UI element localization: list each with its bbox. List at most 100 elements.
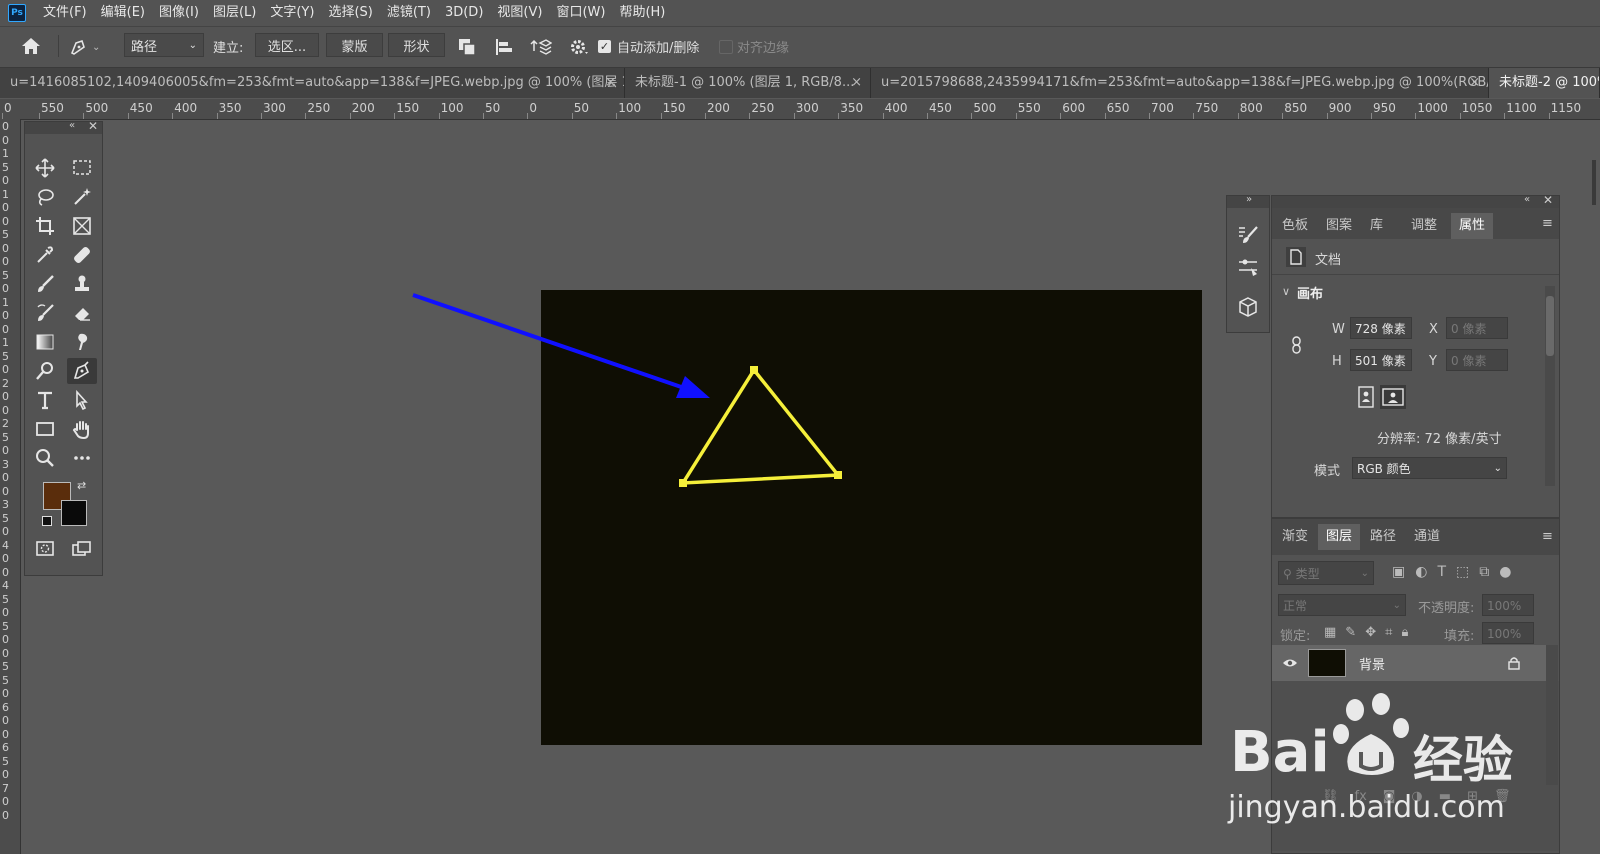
canvas-x-field[interactable]: 0 像素 xyxy=(1446,317,1508,339)
baidu-watermark: Bai 经验 jingyan.baidu.com xyxy=(1228,690,1548,840)
rectangle-tool-icon[interactable] xyxy=(30,416,60,442)
resolution-text: 分辨率: 72 像素/英寸 xyxy=(1377,432,1502,447)
annotation-arrow xyxy=(412,293,710,398)
more-tools-icon[interactable] xyxy=(67,445,97,471)
filter-toggle-icon[interactable]: ● xyxy=(1499,564,1511,580)
opacity-label: 不透明度: xyxy=(1418,601,1475,616)
dodge-tool-icon[interactable] xyxy=(30,358,60,384)
background-color-swatch[interactable] xyxy=(61,500,87,526)
marquee-tool-icon[interactable] xyxy=(67,155,97,181)
tab-libraries[interactable]: 库 xyxy=(1362,213,1391,239)
landscape-orientation-button[interactable] xyxy=(1380,385,1406,409)
landscape-orientation-icon xyxy=(1382,388,1404,406)
tab-paths[interactable]: 路径 xyxy=(1362,524,1404,550)
portrait-orientation-icon[interactable] xyxy=(1356,386,1376,408)
triangle-work-path[interactable] xyxy=(679,366,842,487)
layer-name: 背景 xyxy=(1359,658,1386,673)
lock-label: 锁定: xyxy=(1280,629,1311,644)
tab-layers[interactable]: 图层 xyxy=(1318,524,1361,550)
lock-icons: ▦ ✎ ✥ ⌗ 🔒︎ xyxy=(1324,625,1408,640)
fill-field[interactable]: 100% xyxy=(1482,622,1534,644)
canvas-height-field[interactable]: 501 像素 xyxy=(1350,349,1412,371)
panel-menu-icon[interactable]: ≡ xyxy=(1542,216,1553,231)
eye-icon[interactable] xyxy=(1282,656,1298,670)
type-tool-icon[interactable] xyxy=(30,387,60,413)
blend-mode-select[interactable]: 正常 ⌄ xyxy=(1278,594,1406,616)
tab-gradients[interactable]: 渐变 xyxy=(1274,524,1316,550)
document-label: 文档 xyxy=(1315,253,1342,268)
close-icon[interactable]: ✕ xyxy=(1543,193,1553,207)
lock-transparency-icon[interactable]: ▦ xyxy=(1324,625,1336,640)
properties-scrollbar[interactable] xyxy=(1545,286,1555,486)
anchor-point[interactable] xyxy=(750,366,758,374)
anchor-point[interactable] xyxy=(679,479,687,487)
canvas-y-field[interactable]: 0 像素 xyxy=(1446,349,1508,371)
hand-tool-icon[interactable] xyxy=(67,416,97,442)
search-icon: ⚲ xyxy=(1283,567,1292,581)
height-label: H xyxy=(1332,354,1342,369)
default-colors-icon[interactable] xyxy=(42,516,52,526)
smart-object-filter-icon[interactable]: ⧉ xyxy=(1479,564,1489,580)
clone-stamp-tool-icon[interactable] xyxy=(67,271,97,297)
lock-artboard-icon[interactable]: ⌗ xyxy=(1385,625,1392,640)
eraser-tool-icon[interactable] xyxy=(67,300,97,326)
collapse-icon[interactable]: « xyxy=(1524,194,1530,205)
lock-icon[interactable] xyxy=(1508,656,1520,670)
close-icon[interactable]: ✕ xyxy=(88,119,98,133)
color-mode-select[interactable]: RGB 颜色 ⌄ xyxy=(1352,457,1507,479)
pen-tool-icon[interactable] xyxy=(67,358,97,384)
crop-tool-icon[interactable] xyxy=(30,213,60,239)
magic-wand-tool-icon[interactable] xyxy=(67,184,97,210)
workspace-scroll-handle[interactable] xyxy=(1592,160,1596,205)
tab-adjustments[interactable]: 调整 xyxy=(1403,213,1445,239)
history-brush-tool-icon[interactable] xyxy=(30,300,60,326)
layer-filter-select[interactable]: ⚲ 类型 ⌄ xyxy=(1278,561,1374,585)
swap-colors-icon[interactable]: ⇄ xyxy=(77,479,86,492)
chevron-down-icon[interactable]: ∨ xyxy=(1282,285,1290,298)
watermark-url: jingyan.baidu.com xyxy=(1228,790,1505,825)
shape-filter-icon[interactable]: ⬚ xyxy=(1456,564,1469,580)
tab-channels[interactable]: 通道 xyxy=(1406,524,1448,550)
lock-all-icon[interactable]: 🔒︎ xyxy=(1401,625,1408,640)
tab-swatches[interactable]: 色板 xyxy=(1274,213,1316,239)
width-label: W xyxy=(1332,322,1345,337)
layer-row[interactable]: 背景 xyxy=(1272,645,1546,681)
image-filter-icon[interactable]: ▣ xyxy=(1392,564,1405,580)
lasso-tool-icon[interactable] xyxy=(30,184,60,210)
screen-mode-icon[interactable] xyxy=(67,536,97,562)
brushes-panel-icon[interactable] xyxy=(1237,256,1259,281)
eyedropper-tool-icon[interactable] xyxy=(30,242,60,268)
expand-icon[interactable]: » xyxy=(1246,194,1252,205)
tab-properties[interactable]: 属性 xyxy=(1451,213,1494,239)
canvas-width-field[interactable]: 728 像素 xyxy=(1350,317,1412,339)
color-mode-label: 模式 xyxy=(1314,464,1341,479)
type-filter-icon[interactable]: T xyxy=(1437,564,1446,580)
fill-label: 填充: xyxy=(1444,629,1475,644)
lock-pixels-icon[interactable]: ✎ xyxy=(1345,625,1356,640)
panel-icon-strip: » xyxy=(1226,194,1270,333)
gradient-tool-icon[interactable] xyxy=(30,329,60,355)
toolbox: « ✕ ⇄ xyxy=(24,119,103,576)
healing-brush-tool-icon[interactable] xyxy=(67,242,97,268)
panel-menu-icon[interactable]: ≡ xyxy=(1542,529,1553,544)
tab-patterns[interactable]: 图案 xyxy=(1318,213,1360,239)
adjustment-filter-icon[interactable]: ◐ xyxy=(1415,564,1427,580)
zoom-tool-icon[interactable] xyxy=(30,445,60,471)
link-icon[interactable] xyxy=(1290,336,1304,354)
quick-mask-icon[interactable] xyxy=(30,536,60,562)
collapse-icon[interactable]: « xyxy=(69,120,75,131)
brush-tool-icon[interactable] xyxy=(30,271,60,297)
canvas-section-title: 画布 xyxy=(1297,287,1324,302)
frame-tool-icon[interactable] xyxy=(67,213,97,239)
3d-cube-icon[interactable] xyxy=(1237,296,1259,321)
layer-filter-icons: ▣ ◐ T ⬚ ⧉ ● xyxy=(1392,564,1511,580)
brush-settings-icon[interactable] xyxy=(1237,224,1259,249)
lock-position-icon[interactable]: ✥ xyxy=(1365,625,1376,640)
path-selection-tool-icon[interactable] xyxy=(67,387,97,413)
smudge-tool-icon[interactable] xyxy=(67,329,97,355)
document-icon xyxy=(1286,247,1306,267)
anchor-point[interactable] xyxy=(834,471,842,479)
opacity-field[interactable]: 100% xyxy=(1482,594,1534,616)
move-tool-icon[interactable] xyxy=(30,155,60,181)
toolbox-header[interactable]: « ✕ xyxy=(25,119,102,134)
